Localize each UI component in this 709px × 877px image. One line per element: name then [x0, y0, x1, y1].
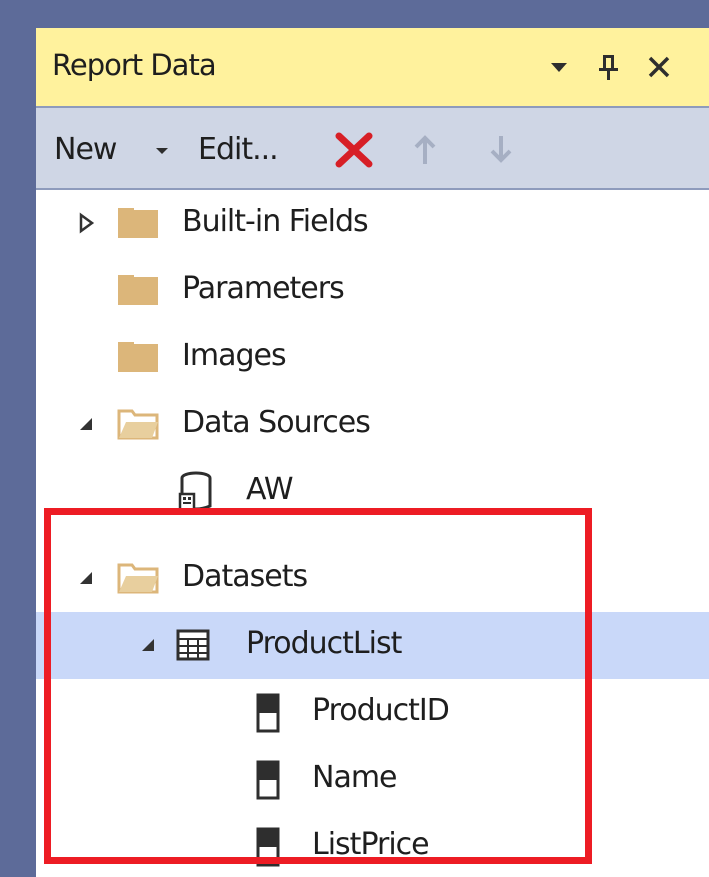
collapse-arrow-icon[interactable] — [138, 634, 158, 656]
tree-item-productlist[interactable]: ProductList — [36, 612, 709, 679]
tree-item-label: ProductList — [246, 626, 402, 661]
tree-item-productid[interactable]: ProductID — [36, 679, 709, 746]
folder-closed-icon — [118, 208, 158, 238]
tree-item-aw[interactable]: AW — [36, 458, 709, 525]
tree-item-name[interactable]: Name — [36, 746, 709, 813]
dropdown-arrow-icon[interactable] — [542, 50, 576, 84]
new-dropdown-arrow-icon[interactable] — [154, 144, 170, 158]
dataset-table-icon — [176, 629, 210, 661]
panel-title-bar: Report Data — [36, 28, 709, 106]
close-icon[interactable] — [642, 50, 676, 84]
tree-item-label: Built-in Fields — [182, 204, 369, 239]
field-icon — [256, 760, 280, 800]
tree-item-label: Data Sources — [182, 405, 371, 440]
collapse-arrow-icon[interactable] — [76, 567, 96, 589]
folder-open-icon — [117, 409, 159, 440]
tree-item-images[interactable]: Images — [36, 324, 709, 391]
edit-button[interactable]: Edit... — [198, 132, 279, 167]
pin-icon[interactable] — [592, 50, 626, 84]
report-data-panel: Report Data New Edit... Built-in Fields … — [36, 28, 709, 877]
tree-item-label: Parameters — [182, 271, 345, 306]
expand-arrow-icon[interactable] — [76, 212, 96, 234]
collapse-arrow-icon[interactable] — [76, 413, 96, 435]
tree-item-label: Images — [182, 338, 287, 373]
field-icon — [256, 827, 280, 867]
tree-item-built-in-fields[interactable]: Built-in Fields — [36, 190, 709, 257]
arrow-up-icon[interactable] — [410, 134, 440, 168]
arrow-down-icon[interactable] — [486, 132, 516, 166]
tree-item-listprice[interactable]: ListPrice — [36, 813, 709, 877]
tree-item-label: ProductID — [312, 693, 450, 728]
tree-item-label: AW — [246, 472, 294, 507]
panel-title: Report Data — [52, 48, 217, 82]
report-data-toolbar: New Edit... — [36, 106, 709, 190]
delete-red-x-icon[interactable] — [332, 130, 376, 170]
field-icon — [256, 693, 280, 733]
new-button[interactable]: New — [54, 132, 117, 167]
tree-item-label: ListPrice — [312, 827, 430, 862]
tree-item-data-sources[interactable]: Data Sources — [36, 391, 709, 458]
folder-closed-icon — [118, 342, 158, 372]
tree-item-label: Datasets — [182, 559, 308, 594]
tree-item-label: Name — [312, 760, 398, 795]
tree-item-datasets[interactable]: Datasets — [36, 545, 709, 612]
tree-item-parameters[interactable]: Parameters — [36, 257, 709, 324]
folder-closed-icon — [118, 275, 158, 305]
folder-open-icon — [117, 563, 159, 594]
database-icon — [178, 471, 212, 514]
